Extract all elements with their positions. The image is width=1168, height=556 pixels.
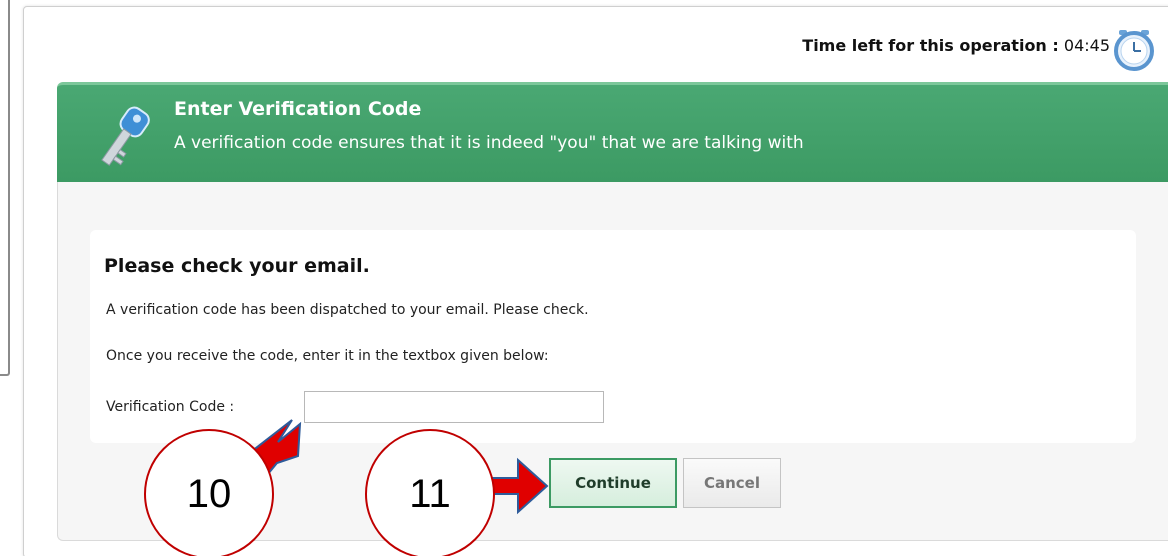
page: Time left for this operation : 04:45 Ent… [0,0,1168,556]
cancel-button[interactable]: Cancel [683,458,781,508]
verification-code-label: Verification Code : [106,399,235,415]
timer: Time left for this operation : 04:45 [802,36,1110,55]
header-subtitle: A verification code ensures that it is i… [174,133,804,153]
background-window-edge [0,0,10,376]
timer-label: Time left for this operation : [802,36,1059,55]
header-title: Enter Verification Code [174,98,422,120]
verification-code-input[interactable] [304,391,604,423]
timer-value: 04:45 [1063,36,1110,55]
annotation-step-11: 11 [365,429,495,556]
card-title: Please check your email. [104,255,370,277]
clock-icon [1114,30,1154,71]
instruction-message: Once you receive the code, enter it in t… [106,348,549,364]
header-banner [57,82,1168,182]
key-icon [101,106,150,166]
continue-button[interactable]: Continue [549,458,677,508]
annotation-step-10: 10 [144,429,274,556]
dispatch-message: A verification code has been dispatched … [106,302,589,318]
